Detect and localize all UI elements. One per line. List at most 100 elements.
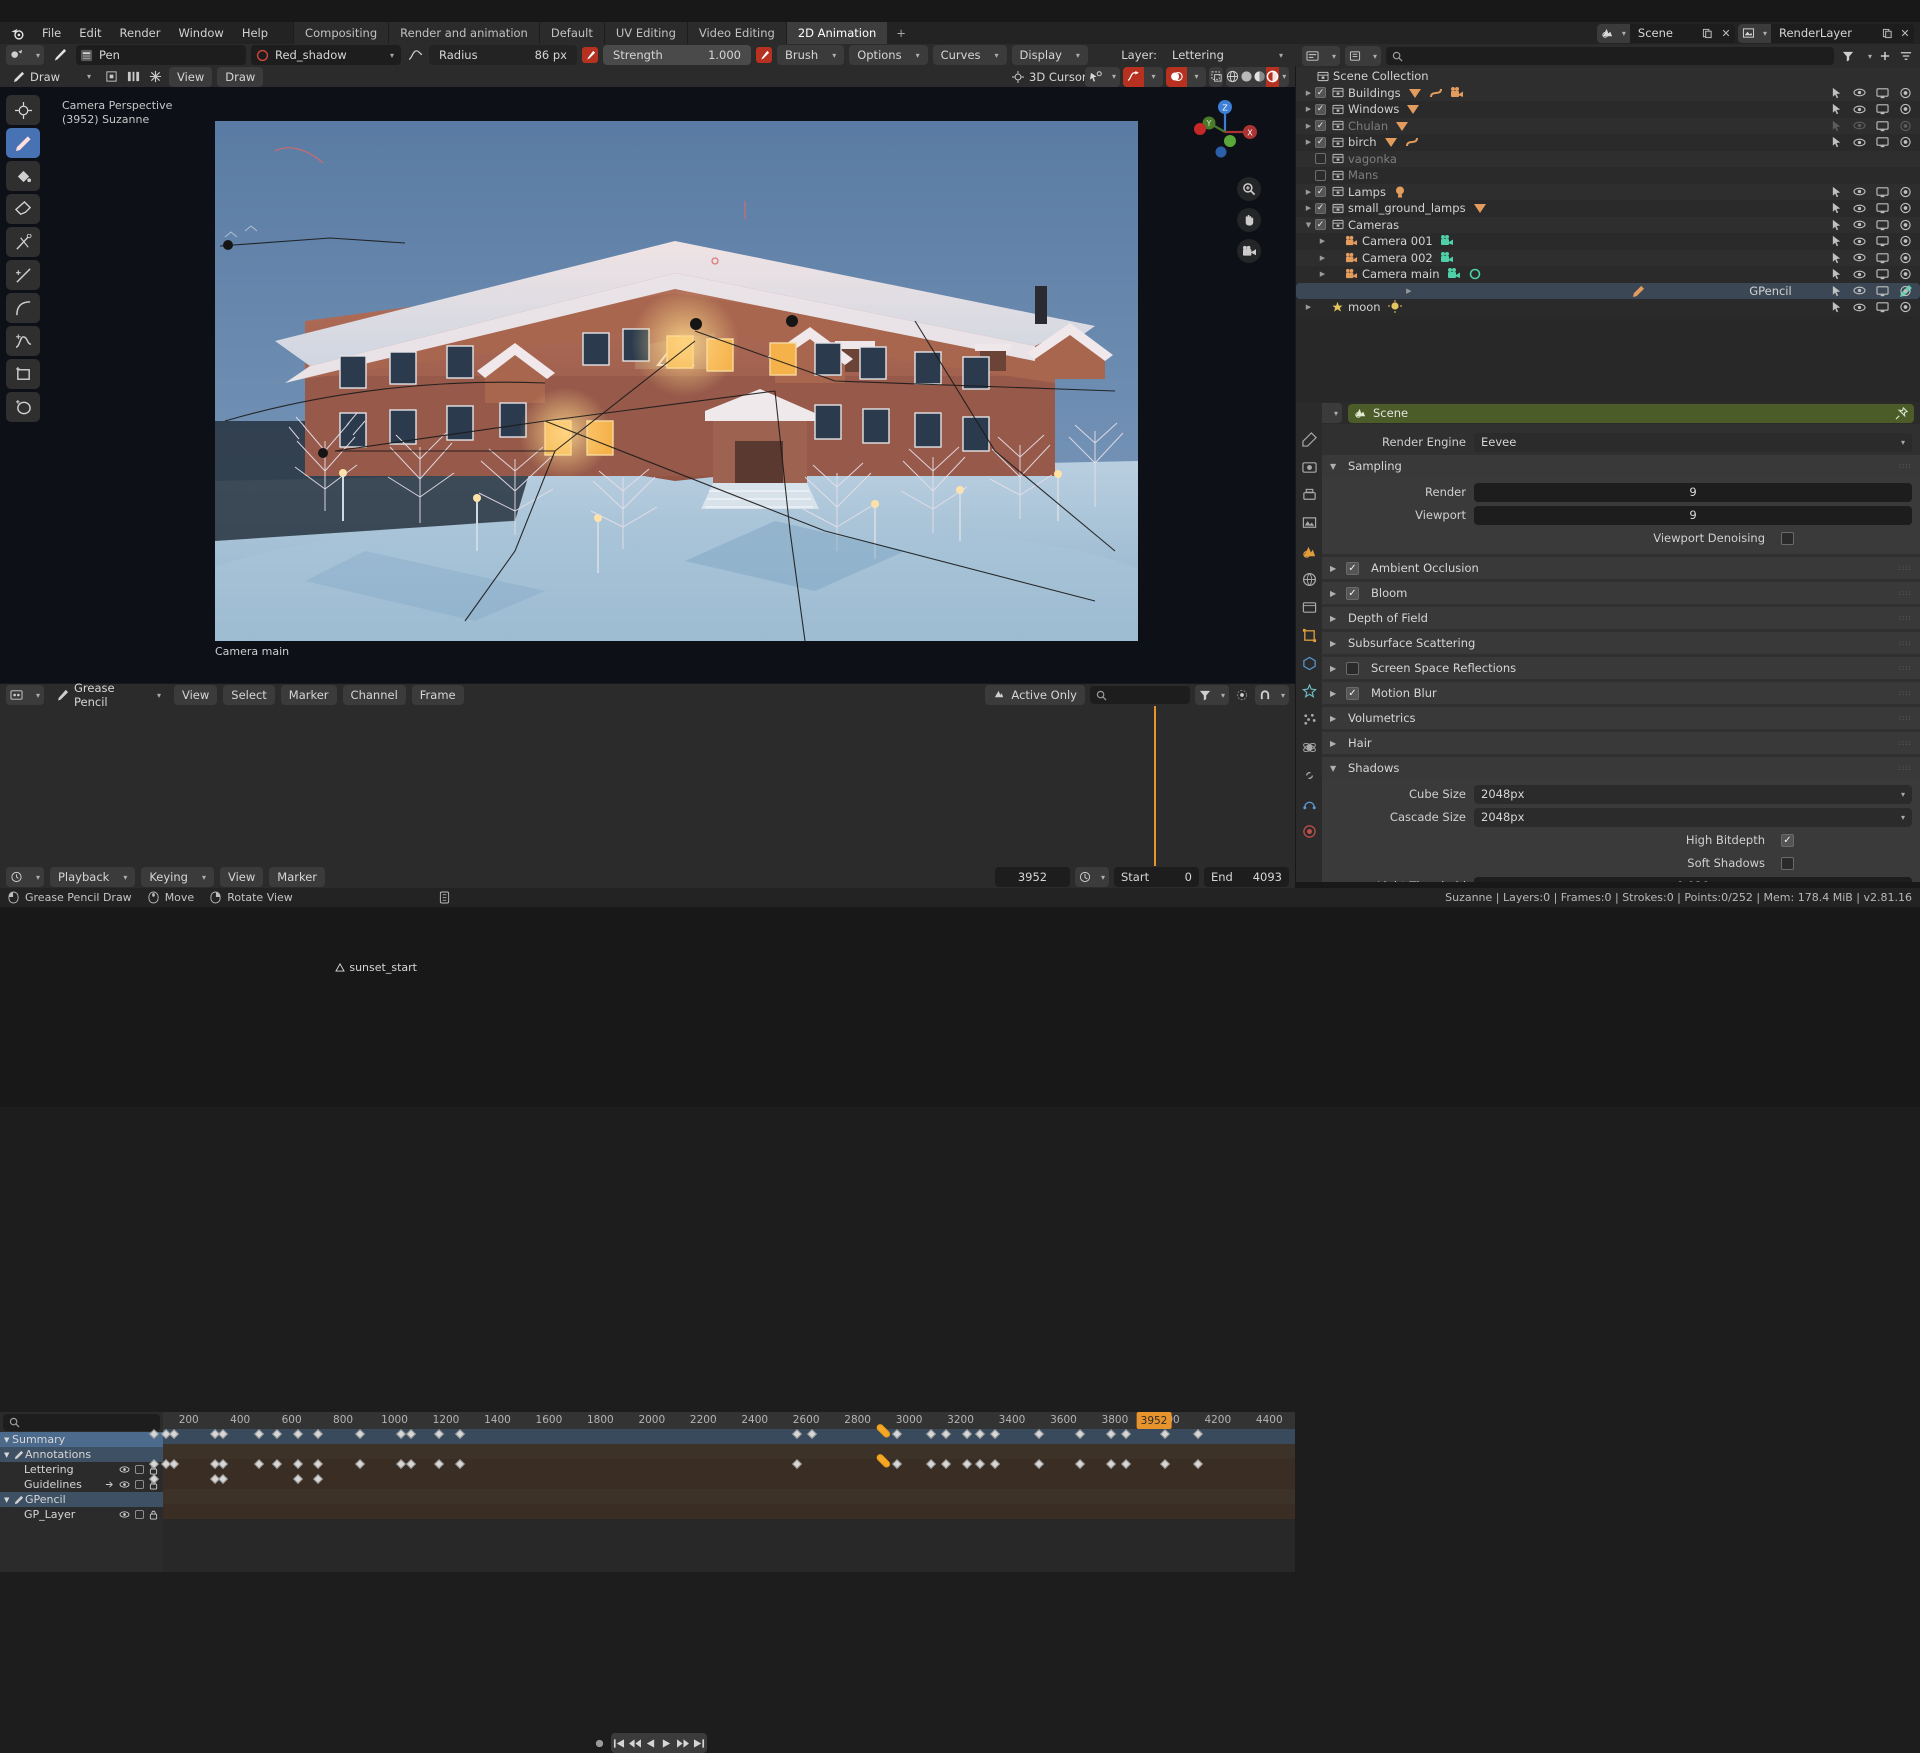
zoom-icon[interactable] — [1237, 177, 1261, 201]
playhead-line[interactable] — [1154, 706, 1156, 866]
outliner-toggle-select-off[interactable] — [1831, 120, 1843, 132]
stroke-curve-icon[interactable] — [406, 48, 424, 62]
property-checkbox[interactable]: ✓ — [1781, 834, 1794, 847]
outliner-search-input[interactable] — [1386, 47, 1834, 65]
outliner-toggle-select[interactable] — [1831, 268, 1843, 280]
outliner-toggle-select[interactable] — [1831, 219, 1843, 231]
viewlayer-icon[interactable]: ▾ — [1738, 24, 1771, 43]
outliner-row-checkbox[interactable]: ✓ — [1315, 186, 1326, 197]
outliner-row-checkbox[interactable]: ✓ — [1315, 137, 1326, 148]
outliner-disclosure[interactable]: ▶ — [1302, 204, 1315, 212]
strength-slider[interactable]: Strength 1.000 — [603, 45, 751, 65]
properties-panel-subsurface-scattering[interactable]: ▶Subsurface Scattering:::: — [1322, 632, 1920, 654]
blender-logo-icon[interactable] — [10, 26, 25, 41]
gizmo-icon[interactable] — [1209, 67, 1223, 87]
property-value[interactable]: 2048px▾ — [1474, 785, 1912, 804]
outliner-toggle-camera[interactable] — [1899, 252, 1912, 264]
dopesheet-filter-icon[interactable]: ▾ — [1195, 685, 1229, 705]
channel-icon-check[interactable] — [135, 1480, 144, 1489]
outliner-search-field[interactable] — [1408, 50, 1828, 63]
menu-edit[interactable]: Edit — [70, 24, 110, 42]
solid-shading-icon[interactable] — [1239, 67, 1252, 87]
outliner-disclosure[interactable]: ▶ — [1302, 105, 1315, 113]
dopesheet-mode-selector[interactable]: Grease Pencil ▾ — [50, 685, 168, 705]
layer-value[interactable]: Lettering — [1172, 48, 1224, 62]
outliner-row-camera-main[interactable]: ▶ Camera main — [1296, 266, 1920, 283]
outliner-row-label[interactable]: Camera main — [1362, 267, 1440, 281]
dopesheet-channel-annotations[interactable]: ▼Annotations — [0, 1447, 163, 1462]
outliner-toggle-camera[interactable] — [1899, 202, 1912, 214]
outliner-row-label[interactable]: GPencil — [1749, 284, 1792, 298]
chevron-down-icon[interactable]: ▾ — [1868, 52, 1872, 61]
scene-tab[interactable] — [1300, 542, 1318, 560]
outliner-disclosure[interactable]: ▶ — [1316, 254, 1329, 262]
viewlayer-close-icon[interactable]: ✕ — [1896, 24, 1914, 43]
viewport-draw-menu[interactable]: Draw — [217, 67, 263, 87]
outliner-row-label[interactable]: Buildings — [1348, 86, 1401, 100]
strength-pressure-icon[interactable] — [756, 47, 772, 63]
outliner-row-checkbox[interactable]: ✓ — [1315, 104, 1326, 115]
outliner-toggle-screen[interactable] — [1876, 202, 1889, 214]
curves-menu-button[interactable]: Curves▾ — [933, 45, 1007, 65]
outliner-row-vagonka[interactable]: ✓vagonka — [1296, 151, 1920, 168]
xray-toggle-icon[interactable] — [1123, 67, 1144, 87]
outliner-disclosure[interactable]: ▼ — [1302, 221, 1315, 229]
rendered-shading-icon[interactable] — [1266, 67, 1279, 87]
edit-lines-icon[interactable] — [103, 70, 120, 83]
outliner-row-label[interactable]: Camera 001 — [1362, 234, 1433, 248]
add-workspace-button[interactable]: + — [887, 22, 915, 44]
strength-value[interactable]: 1.000 — [708, 48, 741, 62]
outliner-row-label[interactable]: birch — [1348, 135, 1377, 149]
outliner-row-checkbox[interactable]: ✓ — [1315, 120, 1326, 131]
playhead-label[interactable]: 3952 — [1137, 1412, 1172, 1429]
overlays-dropdown[interactable]: ▾ — [1187, 67, 1206, 87]
outliner-toggle-camera[interactable] — [1899, 103, 1912, 115]
outliner-row-camera-001[interactable]: ▶ Camera 001 — [1296, 233, 1920, 250]
outliner-disclosure[interactable]: ▶ — [1316, 237, 1329, 245]
mode-selector[interactable]: Draw ▾ — [6, 67, 98, 87]
dopesheet-channel-gpencil[interactable]: ▼GPencil — [0, 1492, 163, 1507]
workspace-tab-2d-animation[interactable]: 2D Animation — [786, 22, 887, 44]
material-name[interactable]: Pen — [99, 48, 120, 62]
outliner-row-cameras[interactable]: ▼✓Cameras — [1296, 217, 1920, 234]
scene-selector[interactable]: ▾ Scene ✕ — [1597, 24, 1735, 43]
keyframe-row-guidelines[interactable] — [163, 1474, 1295, 1489]
channel-list[interactable]: ▼Summary▼AnnotationsLetteringGuidelines▼… — [0, 1432, 163, 1572]
radius-slider[interactable]: Radius 86 px — [429, 45, 577, 65]
outliner-row-gpencil[interactable]: ▶ GPencil — [1296, 283, 1920, 300]
property-value[interactable]: 9 — [1474, 483, 1912, 502]
draw-tool[interactable] — [6, 128, 40, 158]
outliner-row-mans[interactable]: ✓Mans — [1296, 167, 1920, 184]
brush-stroke-icon[interactable] — [49, 48, 71, 63]
outliner-row-label[interactable]: Lamps — [1348, 185, 1386, 199]
dopesheet-channel-lettering[interactable]: Lettering — [0, 1462, 163, 1477]
outliner-disclosure[interactable]: ▶ — [1402, 287, 1415, 295]
outliner-toggle-screen[interactable] — [1876, 103, 1889, 115]
shading-dropdown[interactable]: ▾ — [1279, 67, 1289, 87]
keying-menu[interactable]: Keying▾ — [141, 867, 214, 887]
playback-menu[interactable]: Playback▾ — [50, 867, 135, 887]
outliner-row-label[interactable]: Cameras — [1348, 218, 1399, 232]
property-value[interactable]: 9 — [1474, 506, 1912, 525]
channel-expand-icon[interactable]: ▼ — [4, 1496, 12, 1504]
outliner-row-camera-002[interactable]: ▶Camera 002 — [1296, 250, 1920, 267]
outliner-row-label[interactable]: Chulan — [1348, 119, 1388, 133]
panel-disclosure-icon[interactable]: ▶ — [1330, 564, 1340, 573]
visibility-selector-icon[interactable]: ▾ — [1085, 67, 1120, 87]
outliner-filter-toggle[interactable]: ▾ — [1345, 46, 1381, 66]
channel-icon-check[interactable] — [135, 1510, 144, 1519]
brush-menu-button[interactable]: Brush▾ — [777, 45, 844, 65]
outliner-row-lamps[interactable]: ▶✓Lamps10 — [1296, 184, 1920, 201]
properties-panel-hair[interactable]: ▶Hair:::: — [1322, 732, 1920, 754]
panel-disclosure-icon[interactable]: ▶ — [1330, 589, 1340, 598]
outliner-disclosure[interactable]: ▶ — [1302, 122, 1315, 130]
end-frame-field[interactable]: End 4093 — [1204, 867, 1289, 887]
viewlayer-selector[interactable]: ▾ RenderLayer ✕ — [1738, 24, 1914, 43]
outliner-toggle-camera[interactable] — [1899, 235, 1912, 247]
outliner-toggle-eye[interactable] — [1853, 236, 1866, 247]
panel-checkbox[interactable]: ✓ — [1346, 687, 1359, 700]
channel-icon-eye[interactable] — [119, 1510, 130, 1519]
properties-panel-ambient-occlusion[interactable]: ▶✓Ambient Occlusion:::: — [1322, 557, 1920, 579]
play-button[interactable] — [659, 1733, 675, 1753]
outliner-disclosure[interactable]: ▶ — [1316, 270, 1329, 278]
